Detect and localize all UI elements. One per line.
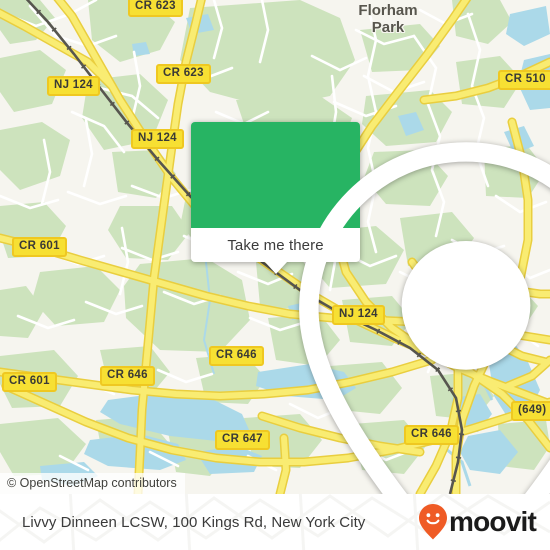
map-screenshot: Florham Park CR 623 CR 623 NJ 124 CR 510…: [0, 0, 550, 550]
place-label-florham-park: Florham Park: [358, 2, 418, 36]
moovit-brand[interactable]: moovit: [418, 503, 537, 541]
popup-footer[interactable]: Take me there: [191, 228, 360, 274]
osm-attribution[interactable]: © OpenStreetMap contributors: [0, 473, 185, 494]
shield-cr-510: CR 510: [498, 70, 550, 90]
shield-cr-623-north: CR 623: [128, 0, 183, 17]
map-canvas[interactable]: Florham Park CR 623 CR 623 NJ 124 CR 510…: [0, 0, 550, 494]
footer-bar: Livvy Dinneen LCSW, 100 Kings Rd, New Yo…: [0, 494, 550, 550]
popup-header: [191, 122, 550, 494]
shield-cr-646-west: CR 646: [100, 366, 155, 386]
moovit-smiley-pin-icon: [419, 504, 448, 540]
moovit-wordmark: moovit: [449, 506, 537, 537]
map-pin-icon: [299, 142, 550, 494]
take-me-there-label: Take me there: [227, 236, 324, 254]
location-title: Livvy Dinneen LCSW, 100 Kings Rd, New Yo…: [22, 513, 366, 531]
shield-nj-124-mid: NJ 124: [131, 129, 184, 149]
location-popup[interactable]: Take me there: [191, 122, 550, 494]
shield-cr-623-mid: CR 623: [156, 64, 211, 84]
shield-cr-601-lower: CR 601: [2, 372, 57, 392]
shield-cr-601-upper: CR 601: [12, 237, 67, 257]
shield-nj-124-west: NJ 124: [47, 76, 100, 96]
popup-tail-pointer: [264, 262, 287, 274]
